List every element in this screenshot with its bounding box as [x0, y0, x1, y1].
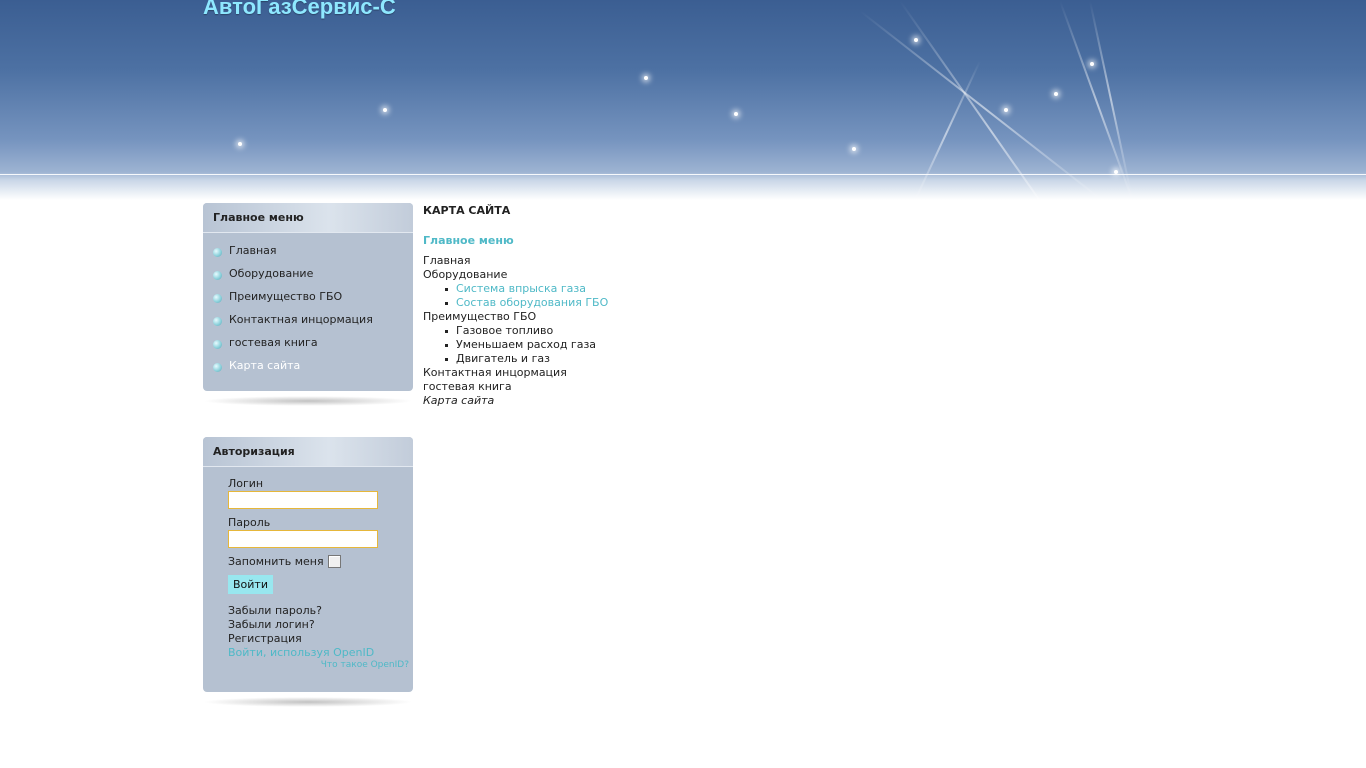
banner-star — [238, 142, 242, 146]
sitemap-link-home[interactable]: Главная — [423, 254, 471, 267]
main-menu-module: Главное меню Главная Оборудование Преиму… — [203, 203, 413, 391]
menu-link-sitemap[interactable]: Карта сайта — [229, 358, 300, 374]
sitemap-subitem: Уменьшаем расход газа — [445, 338, 1023, 352]
password-label: Пароль — [228, 516, 271, 529]
sitemap-item: гостевая книга — [423, 380, 1023, 394]
sitemap-link-composition[interactable]: Состав оборудования ГБО — [456, 296, 608, 309]
banner-star — [1004, 108, 1008, 112]
sitemap-link-sitemap[interactable]: Карта сайта — [423, 394, 494, 407]
bullet-icon — [213, 316, 222, 326]
main-menu-list: Главная Оборудование Преимущество ГБО Ко… — [203, 233, 413, 377]
login-label: Логин — [228, 477, 264, 490]
forgot-login-link[interactable]: Забыли логин? — [228, 618, 413, 632]
login-form: Логин Пароль Запомнить меня Войти Забыли… — [203, 467, 413, 670]
menu-link-guestbook[interactable]: гостевая книга — [229, 335, 318, 351]
sitemap-subitem: Состав оборудования ГБО — [445, 296, 1023, 310]
menu-link-equipment[interactable]: Оборудование — [229, 266, 313, 282]
menu-item-contacts[interactable]: Контактная инцормация — [213, 308, 413, 331]
menu-item-guestbook[interactable]: гостевая книга — [213, 331, 413, 354]
sitemap-link-gas-fuel[interactable]: Газовое топливо — [456, 324, 553, 337]
menu-item-equipment[interactable]: Оборудование — [213, 262, 413, 285]
menu-item-advantages[interactable]: Преимущество ГБО — [213, 285, 413, 308]
module-shadow — [203, 396, 413, 406]
remember-checkbox[interactable] — [327, 555, 341, 568]
header-banner — [0, 0, 1366, 200]
password-input[interactable] — [228, 530, 378, 548]
sitemap-section-title: Главное меню — [423, 234, 514, 247]
banner-star — [1090, 62, 1094, 66]
remember-label: Запомнить меня — [228, 555, 324, 568]
module-shadow — [203, 697, 413, 707]
site-title[interactable]: АвтоГазСервис-С — [203, 0, 396, 20]
sitemap-item: Преимущество ГБО Газовое топливо Уменьша… — [423, 310, 1023, 366]
page-title: КАРТА САЙТА — [423, 204, 511, 217]
banner-divider — [0, 174, 1366, 175]
main-content: КАРТА САЙТА Главное меню Главная Оборудо… — [423, 204, 1023, 408]
sitemap-link-equipment[interactable]: Оборудование — [423, 268, 507, 281]
banner-star — [1054, 92, 1058, 96]
banner-streak — [911, 60, 981, 200]
register-link[interactable]: Регистрация — [228, 632, 413, 646]
login-input[interactable] — [228, 491, 378, 509]
forgot-password-link[interactable]: Забыли пароль? — [228, 604, 413, 618]
menu-link-contacts[interactable]: Контактная инцормация — [229, 312, 373, 328]
main-menu-title: Главное меню — [203, 203, 413, 233]
sitemap-link-guestbook[interactable]: гостевая книга — [423, 380, 512, 393]
login-button[interactable]: Войти — [228, 575, 273, 594]
banner-star — [734, 112, 738, 116]
sitemap-item: Карта сайта — [423, 394, 1023, 408]
menu-link-home[interactable]: Главная — [229, 243, 277, 259]
openid-login-link[interactable]: Войти, используя OpenID — [228, 646, 413, 660]
login-title: Авторизация — [203, 437, 413, 467]
banner-star — [852, 147, 856, 151]
bullet-icon — [213, 247, 222, 257]
sitemap-item: Оборудование Система впрыска газа Состав… — [423, 268, 1023, 310]
banner-star — [644, 76, 648, 80]
sitemap-subitem: Газовое топливо — [445, 324, 1023, 338]
sitemap-link-advantages[interactable]: Преимущество ГБО — [423, 310, 536, 323]
banner-star — [383, 108, 387, 112]
remember-row: Запомнить меня — [228, 555, 413, 568]
sitemap-tree: Главная Оборудование Система впрыска газ… — [423, 254, 1023, 408]
sitemap-item: Контактная инцормация — [423, 366, 1023, 380]
auth-links: Забыли пароль? Забыли логин? Регистрация… — [228, 604, 413, 660]
sitemap-link-injection[interactable]: Система впрыска газа — [456, 282, 586, 295]
bullet-icon — [213, 293, 222, 303]
banner-star — [914, 38, 918, 42]
menu-item-sitemap[interactable]: Карта сайта — [213, 354, 413, 377]
sitemap-link-engine[interactable]: Двигатель и газ — [456, 352, 550, 365]
openid-help-link[interactable]: Что такое OpenID? — [321, 660, 409, 670]
sitemap-link-contacts[interactable]: Контактная инцормация — [423, 366, 567, 379]
sitemap-link-consumption[interactable]: Уменьшаем расход газа — [456, 338, 596, 351]
menu-item-home[interactable]: Главная — [213, 239, 413, 262]
sitemap-subitem: Система впрыска газа — [445, 282, 1023, 296]
bullet-icon — [213, 270, 222, 280]
menu-link-advantages[interactable]: Преимущество ГБО — [229, 289, 342, 305]
login-module: Авторизация Логин Пароль Запомнить меня … — [203, 437, 413, 692]
bullet-icon — [213, 362, 222, 372]
bullet-icon — [213, 339, 222, 349]
sitemap-item: Главная — [423, 254, 1023, 268]
sitemap-subitem: Двигатель и газ — [445, 352, 1023, 366]
